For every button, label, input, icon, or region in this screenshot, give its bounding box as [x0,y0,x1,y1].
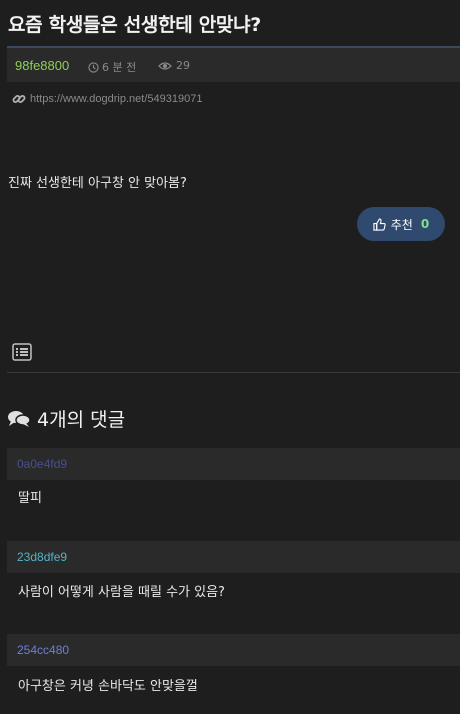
comments-header: 4개의 댓글 [7,405,125,432]
thumbs-up-icon [373,217,386,231]
like-count: 0 [420,217,430,231]
comment-author[interactable]: 23d8dfe9 [17,550,67,564]
post-link-row[interactable]: https://www.dogdrip.net/549319071 [12,92,202,106]
post-url[interactable]: https://www.dogdrip.net/549319071 [30,93,202,105]
link-icon [12,95,26,103]
comments-title: 4개의 댓글 [37,409,126,431]
post-views: 29 [158,59,190,72]
like-label: 추천 [390,217,413,232]
comment-author[interactable]: 0a0e4fd9 [17,457,67,471]
post-author[interactable]: 98fe8800 [15,58,69,73]
like-button[interactable]: 추천 0 [357,207,445,241]
comment-text: 딸피 [18,491,42,506]
post-title: 요즘 학생들은 선생한테 안맞냐? [8,14,262,36]
content-divider [7,372,460,373]
comment-header: 254cc480 [7,634,460,666]
post-views-count: 29 [176,59,190,72]
comment-header: 0a0e4fd9 [7,448,460,480]
list-icon[interactable] [12,343,32,365]
clock-icon [88,61,99,73]
comment-author[interactable]: 254cc480 [17,643,69,657]
post-time-text: 6 분 전 [102,61,137,74]
comment-text: 아구창은 커녕 손바닥도 안맞을껄 [18,679,198,694]
post-meta-bar: 98fe8800 6 분 전 29 [7,46,460,82]
comments-icon [8,410,31,427]
post-time: 6 분 전 [88,59,136,75]
comment-text: 사람이 어떻게 사람을 때릴 수가 있음? [18,585,225,600]
eye-icon [158,61,172,70]
post-content: 진짜 선생한테 아구창 안 맞아봄? [8,176,187,191]
comment-header: 23d8dfe9 [7,541,460,573]
